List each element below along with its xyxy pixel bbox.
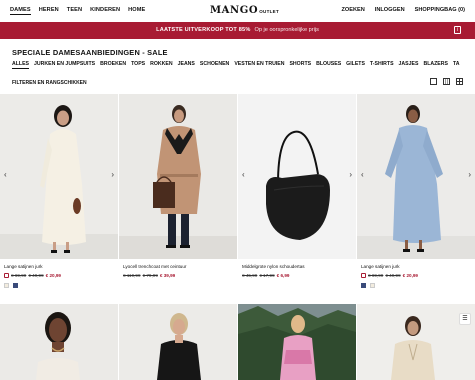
product-price: € 69,99 € 49,99 € 20,99 xyxy=(361,273,475,278)
previous-price: € 79,99 xyxy=(142,273,158,278)
discount-badge-icon xyxy=(361,273,366,278)
tab-rokken[interactable]: ROKKEN xyxy=(150,61,172,69)
previous-price: € 49,99 xyxy=(385,273,401,278)
tab-vesten[interactable]: VESTEN EN TRUIEN xyxy=(234,61,284,69)
product-image[interactable] xyxy=(119,304,237,380)
previous-price: € 17,99 xyxy=(259,273,275,278)
color-swatch[interactable] xyxy=(4,283,9,288)
previous-price: € 49,99 xyxy=(28,273,44,278)
banner-text: LAATSTE UITVERKOOP TOT 85% Op je oorspron… xyxy=(0,27,475,33)
logo-text: MANGO xyxy=(210,5,259,16)
tab-blazers[interactable]: BLAZERS xyxy=(423,61,448,69)
product-card[interactable]: Lyocell trenchcoat met ceintuur € 119,99… xyxy=(119,94,237,278)
chevron-right-icon[interactable]: › xyxy=(111,170,114,179)
color-swatch[interactable] xyxy=(13,283,18,288)
tab-broeken[interactable]: BROEKEN xyxy=(100,61,126,69)
sale-price: € 6,99 xyxy=(276,273,290,278)
product-card[interactable]: ‹ › Lange satijnen jurk € 69,99 € 49,99 … xyxy=(357,94,475,288)
product-card[interactable]: ‹ › Lange satijnen jurk € 69,99 € 49,99 … xyxy=(0,94,118,288)
chevron-right-icon[interactable]: › xyxy=(468,170,471,179)
tab-tops[interactable]: TOPS xyxy=(131,61,145,69)
product-price: € 45,99 € 17,99 € 6,99 xyxy=(242,273,356,278)
info-icon[interactable]: i xyxy=(454,26,461,34)
product-image[interactable]: ‹ › xyxy=(238,94,356,259)
gender-nav: DAMES HEREN TEEN KINDEREN HOME xyxy=(10,7,145,15)
product-price: € 69,99 € 49,99 € 20,99 xyxy=(4,273,118,278)
original-price: € 119,99 xyxy=(123,273,141,278)
shopping-bag-link[interactable]: SHOPPINGBAG (0) xyxy=(415,7,465,13)
tab-blouses[interactable]: BLOUSES xyxy=(316,61,341,69)
grid-view-icon[interactable] xyxy=(443,78,450,85)
product-image[interactable] xyxy=(0,304,118,380)
grid-dense-view-icon[interactable] xyxy=(456,78,463,85)
color-swatches xyxy=(4,283,118,288)
color-swatch[interactable] xyxy=(361,283,366,288)
nav-dames[interactable]: DAMES xyxy=(10,7,31,15)
discount-badge-icon xyxy=(4,273,9,278)
chevron-left-icon[interactable]: ‹ xyxy=(361,170,364,179)
tab-ta[interactable]: TA xyxy=(453,61,460,69)
product-image[interactable]: ‹ › xyxy=(0,94,118,259)
logo-suffix: OUTLET xyxy=(259,9,280,14)
product-name[interactable]: Middelgrote nylon schoudertas xyxy=(242,264,356,269)
product-image[interactable] xyxy=(119,94,237,259)
filter-sort-button[interactable]: FILTEREN EN RANGSCHIKKEN xyxy=(12,80,87,86)
product-name[interactable]: Lange satijnen jurk xyxy=(4,264,118,269)
product-name[interactable]: Lyocell trenchcoat met ceintuur xyxy=(123,264,237,269)
original-price: € 69,99 xyxy=(11,273,27,278)
top-nav: DAMES HEREN TEEN KINDEREN HOME MANGOOUTL… xyxy=(0,0,475,22)
product-card[interactable]: ‹ › Middelgrote nylon schoudertas € 45,9… xyxy=(238,94,356,278)
account-nav: ZOEKEN INLOGGEN SHOPPINGBAG (0) xyxy=(341,7,465,13)
sale-price: € 39,99 xyxy=(159,273,176,278)
nav-teen[interactable]: TEEN xyxy=(67,7,82,15)
color-swatch[interactable] xyxy=(370,283,375,288)
sale-price: € 20,99 xyxy=(45,273,61,278)
product-name[interactable]: Lange satijnen jurk xyxy=(361,264,475,269)
product-image[interactable] xyxy=(357,304,475,380)
product-image[interactable]: ‹ › xyxy=(357,94,475,259)
tab-schoenen[interactable]: SCHOENEN xyxy=(200,61,229,69)
chat-icon[interactable]: ☰ xyxy=(459,313,471,325)
tab-jurken[interactable]: JURKEN EN JUMPSUITS xyxy=(34,61,95,69)
tab-tshirts[interactable]: T-SHIRTS xyxy=(370,61,394,69)
view-switcher xyxy=(430,78,463,85)
tab-shorts[interactable]: SHORTS xyxy=(289,61,311,69)
search-link[interactable]: ZOEKEN xyxy=(341,7,364,13)
chevron-left-icon[interactable]: ‹ xyxy=(242,170,245,179)
tab-jasjes[interactable]: JASJES xyxy=(399,61,419,69)
product-price: € 119,99 € 79,99 € 39,99 xyxy=(123,273,237,278)
promo-banner[interactable]: LAATSTE UITVERKOOP TOT 85% Op je oorspron… xyxy=(0,22,475,39)
category-tabs: ALLES JURKEN EN JUMPSUITS BROEKEN TOPS R… xyxy=(12,61,459,69)
page-title: SPECIALE DAMESAANBIEDINGEN - SALE xyxy=(12,48,168,57)
chevron-right-icon[interactable]: › xyxy=(349,170,352,179)
banner-main: LAATSTE UITVERKOOP TOT 85% xyxy=(156,27,251,33)
login-link[interactable]: INLOGGEN xyxy=(375,7,405,13)
sale-price: € 20,99 xyxy=(402,273,418,278)
brand-logo[interactable]: MANGOOUTLET xyxy=(210,5,279,16)
single-view-icon[interactable] xyxy=(430,78,437,85)
nav-kinderen[interactable]: KINDEREN xyxy=(90,7,120,15)
banner-sub: Op je oorspronkelijke prijs xyxy=(254,27,319,33)
nav-home[interactable]: HOME xyxy=(128,7,145,15)
chevron-left-icon[interactable]: ‹ xyxy=(4,170,7,179)
tab-jeans[interactable]: JEANS xyxy=(178,61,195,69)
product-image[interactable] xyxy=(238,304,356,380)
tab-alles[interactable]: ALLES xyxy=(12,61,30,69)
tab-gilets[interactable]: GILETS xyxy=(346,61,365,69)
nav-heren[interactable]: HEREN xyxy=(39,7,59,15)
color-swatches xyxy=(361,283,475,288)
original-price: € 69,99 xyxy=(368,273,384,278)
original-price: € 45,99 xyxy=(242,273,258,278)
